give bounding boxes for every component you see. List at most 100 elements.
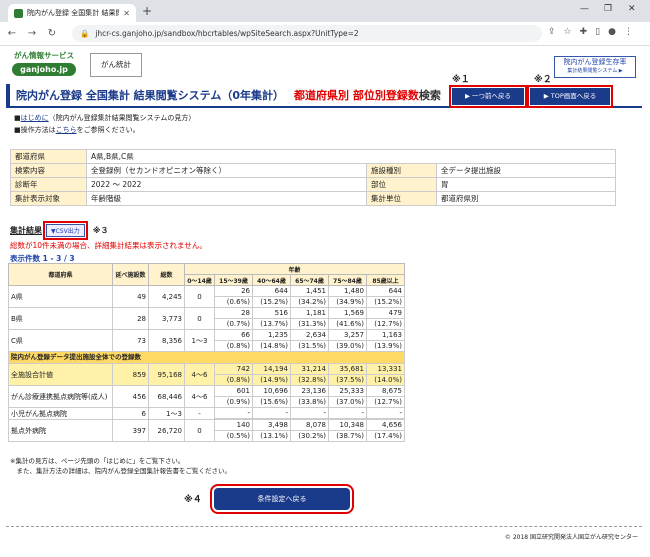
cell-percent: (14.0%) xyxy=(366,374,405,386)
cell-count: 66 xyxy=(214,329,253,341)
gan-toukei-link[interactable]: がん統計 xyxy=(90,53,142,77)
age-column-header: 65〜74歳 xyxy=(290,274,329,286)
cell-total: 68,446 xyxy=(148,385,185,408)
cell-percent: (37.5%) xyxy=(328,374,367,386)
table-row: がん診療連携拠点病院等(成人) 456 68,446 4〜6 601 10,696 23,1… xyxy=(8,385,405,408)
cell-count: 14,194 xyxy=(252,363,291,375)
cell-count: 479 xyxy=(366,307,405,319)
cell-count: 10,348 xyxy=(328,419,367,431)
forward-icon[interactable]: → xyxy=(24,28,40,39)
hajimeni-link[interactable]: はじめに xyxy=(21,114,49,122)
cell-a0: 1〜3 xyxy=(184,329,215,352)
intro-links: ■はじめに（院内がん登録集計結果閲覧システムの見方） ■操作方法はこちらをご参照… xyxy=(14,114,196,134)
cell-percent: (0.8%) xyxy=(214,374,253,386)
extensions-icon[interactable]: ✚ xyxy=(580,27,588,37)
reload-icon[interactable]: ↻ xyxy=(44,28,60,39)
cell-count: 4,656 xyxy=(366,419,405,431)
url-field[interactable]: 🔒 jhcr-cs.ganjoho.jp/sandbox/hbcrtables/… xyxy=(72,25,542,42)
top-page-button[interactable]: ▶ TOP画面へ戻る xyxy=(527,85,613,108)
cell-name: B県 xyxy=(8,307,113,330)
cell-percent: (0.6%) xyxy=(214,296,253,308)
csv-export-button[interactable]: ▼CSV出力 xyxy=(43,221,88,240)
cell-count: 1,235 xyxy=(252,329,291,341)
cell-count: 3,498 xyxy=(252,419,291,431)
cell-fac: 28 xyxy=(112,307,149,330)
cell-count: - xyxy=(214,407,253,419)
table-row: B県 28 3,773 0 28 516 1,181 1,569 479 xyxy=(8,307,405,330)
close-tab-icon[interactable]: ✕ xyxy=(123,9,130,18)
cell-fac: 397 xyxy=(112,419,149,442)
cell-total: 4,245 xyxy=(148,285,185,308)
menu-icon[interactable]: ⋮ xyxy=(624,27,633,37)
cell-count: - xyxy=(328,407,367,419)
cell-percent: (0.9%) xyxy=(214,396,253,408)
cell-count: 742 xyxy=(214,363,253,375)
bookmark-star-icon[interactable]: ☆ xyxy=(564,27,572,37)
cell-count: 13,331 xyxy=(366,363,405,375)
cell-count: 3,257 xyxy=(328,329,367,341)
cell-count: 10,696 xyxy=(252,385,291,397)
cell-count: 35,681 xyxy=(328,363,367,375)
cell-total: 1〜3 xyxy=(148,407,185,420)
cell-count: 140 xyxy=(214,419,253,431)
cell-percent: (31.5%) xyxy=(290,340,329,352)
cell-name: がん診療連携拠点病院等(成人) xyxy=(8,385,113,408)
cell-percent: (13.7%) xyxy=(252,318,291,330)
share-icon[interactable]: ⇪ xyxy=(548,27,556,37)
cell-percent: (0.7%) xyxy=(214,318,253,330)
cell-count: 601 xyxy=(214,385,253,397)
minimize-icon[interactable]: — xyxy=(580,4,589,14)
new-tab-icon[interactable]: + xyxy=(142,4,152,18)
back-to-conditions-button[interactable]: 条件設定へ戻る xyxy=(210,484,354,514)
search-conditions-table: 都道府県 A県,B県,C県 検索内容 全登録例（セカンドオピニオン等除く） 施設… xyxy=(10,149,616,206)
cell-percent: (31.3%) xyxy=(290,318,329,330)
table-row: A県 49 4,245 0 26 644 1,451 1,480 644 xyxy=(8,285,405,308)
cell-count: - xyxy=(290,407,329,419)
cell-percent: (12.7%) xyxy=(366,318,405,330)
cell-total: 26,720 xyxy=(148,419,185,442)
survival-system-link[interactable]: 院内がん登録生存率 集計結果閲覧システム ▶ xyxy=(554,56,636,78)
cell-count: 1,451 xyxy=(290,285,329,297)
cell-count: 28 xyxy=(214,307,253,319)
cell-fac: 6 xyxy=(112,407,149,420)
back-one-button[interactable]: ▶ 一つ前へ戻る xyxy=(449,85,527,108)
age-column-header: 0〜14歳 xyxy=(184,274,215,286)
cell-percent: (17.4%) xyxy=(366,430,405,442)
profile-icon[interactable]: ● xyxy=(608,27,616,37)
browser-tab[interactable]: 院内がん登録 全国集計 結果閲覧 ✕ xyxy=(8,4,136,22)
cell-name: 小児がん拠点病院 xyxy=(8,407,113,420)
results-table: 都道府県 延べ施設数 総数 年齢 0〜14歳 15〜39歳 40〜64歳 65〜74歳… xyxy=(8,263,405,442)
cell-percent: (15.6%) xyxy=(252,396,291,408)
cell-percent: (32.8%) xyxy=(290,374,329,386)
operation-link[interactable]: こちら xyxy=(56,126,77,134)
cell-a0: 0 xyxy=(184,285,215,308)
cell-a0: 4〜6 xyxy=(184,363,215,386)
cell-name: A県 xyxy=(8,285,113,308)
notes: ※集計の見方は、ページ先頭の「はじめに」をご覧下さい。 また、集計方法の詳細は、… xyxy=(10,457,231,475)
browser-tab-bar: 院内がん登録 全国集計 結果閲覧 ✕ + — ❐ ✕ xyxy=(0,0,650,22)
cell-percent: (15.2%) xyxy=(252,296,291,308)
ganjoho-logo[interactable]: がん情報サービス ganjoho.jp xyxy=(12,50,76,80)
sidepanel-icon[interactable]: ▯ xyxy=(595,27,600,37)
cell-percent: (13.9%) xyxy=(366,340,405,352)
cell-percent: (39.0%) xyxy=(328,340,367,352)
maximize-icon[interactable]: ❐ xyxy=(604,4,612,14)
cell-total: 3,773 xyxy=(148,307,185,330)
cell-count: 644 xyxy=(366,285,405,297)
table-row: C県 73 8,356 1〜3 66 1,235 2,634 3,257 1,163 xyxy=(8,329,405,352)
cell-count: 23,136 xyxy=(290,385,329,397)
cell-percent: (15.2%) xyxy=(366,296,405,308)
cell-name: 全施設合計値 xyxy=(8,363,113,386)
back-icon[interactable]: ← xyxy=(4,28,20,39)
cell-percent: (30.2%) xyxy=(290,430,329,442)
cell-percent: (34.9%) xyxy=(328,296,367,308)
cell-count: - xyxy=(366,407,405,419)
cell-count: 1,569 xyxy=(328,307,367,319)
cell-a0: - xyxy=(184,407,215,420)
copyright: © 2018 国立研究開発法人国立がん研究センター xyxy=(504,534,638,541)
lock-icon: 🔒 xyxy=(80,29,90,38)
cell-count: 8,675 xyxy=(366,385,405,397)
cell-count: 8,078 xyxy=(290,419,329,431)
section-header: 院内がん登録データ提出施設全体での登録数 xyxy=(8,351,405,364)
close-window-icon[interactable]: ✕ xyxy=(628,4,636,14)
